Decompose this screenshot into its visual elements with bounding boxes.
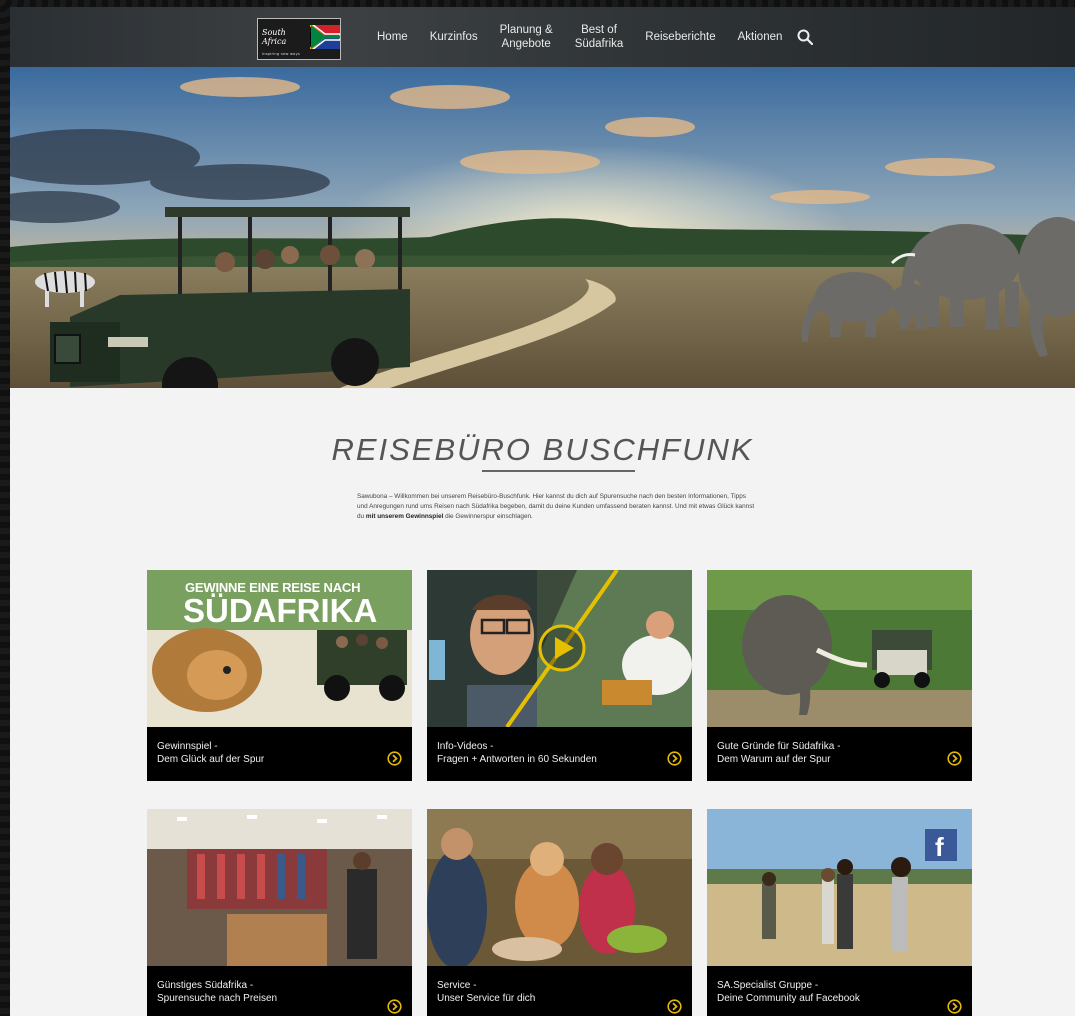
intro-text: Sawubona – Willkommen bei unserem Reiseb… <box>357 492 757 522</box>
tile-image-market <box>147 809 412 966</box>
flag-icon <box>310 25 340 49</box>
tile-caption-subtitle: Dem Glück auf der Spur <box>157 754 265 765</box>
tile-guenstiges-suedafrika[interactable]: Günstiges Südafrika - Spurensuche nach P… <box>147 809 412 1016</box>
tile-caption-subtitle: Dem Warum auf der Spur <box>717 754 831 765</box>
nav-item-aktionen[interactable]: Aktionen <box>727 30 794 44</box>
tile-caption-title: Info-Videos - <box>437 741 494 752</box>
nav-item-reiseberichte[interactable]: Reiseberichte <box>634 30 726 44</box>
tile-image-bush-walk: f <box>707 809 972 966</box>
search-icon[interactable] <box>797 29 814 45</box>
logo-script-text: South Africa <box>262 28 287 46</box>
tile-sa-specialist[interactable]: f SA.Specialist Gruppe - Deine Community… <box>707 809 972 1016</box>
tile-caption-subtitle: Deine Community auf Facebook <box>717 993 860 1004</box>
hero-safari-image <box>10 67 1075 388</box>
tile-caption: SA.Specialist Gruppe - Deine Community a… <box>707 966 972 1016</box>
tile-caption-title: Günstiges Südafrika - <box>157 980 254 991</box>
tile-caption-subtitle: Unser Service für dich <box>437 993 536 1004</box>
tile-gute-gruende[interactable]: Gute Gründe für Südafrika - Dem Warum au… <box>707 570 972 781</box>
tile-caption-title: Gute Gründe für Südafrika - <box>717 741 841 752</box>
intro-contest-link[interactable]: mit unserem Gewinnspiel <box>366 513 443 520</box>
arrow-circle-icon[interactable] <box>947 751 962 766</box>
arrow-circle-icon[interactable] <box>667 751 682 766</box>
tile-caption: Service - Unser Service für dich <box>427 966 692 1016</box>
website: South Africa Inspiring new ways Home Kur… <box>10 7 1075 1016</box>
tile-image-elephant <box>707 570 972 727</box>
arrow-circle-icon[interactable] <box>947 999 962 1014</box>
tile-image-video <box>427 570 692 727</box>
tile-caption-title: Gewinnspiel - <box>157 741 218 752</box>
tile-caption: Gewinnspiel - Dem Glück auf der Spur <box>147 727 412 781</box>
tile-caption: Info-Videos - Fragen + Antworten in 60 S… <box>427 727 692 781</box>
tile-image-restaurant <box>427 809 692 966</box>
tile-gewinnspiel[interactable]: GEWINNE EINE REISE NACH SÜDAFRIKA Gewinn… <box>147 570 412 781</box>
tile-info-videos[interactable]: Info-Videos - Fragen + Antworten in 60 S… <box>427 570 692 781</box>
top-navigation: South Africa Inspiring new ways Home Kur… <box>10 7 1075 67</box>
page-title: REISEBÜRO BUSCHFUNK <box>331 432 754 467</box>
nav-item-best-of[interactable]: Best of Südafrika <box>564 23 635 51</box>
nav-item-kurzinfos[interactable]: Kurzinfos <box>419 30 489 44</box>
svg-text:f: f <box>935 832 944 862</box>
tile-caption-subtitle: Spurensuche nach Preisen <box>157 993 278 1004</box>
nav-item-planung[interactable]: Planung & Angebote <box>489 23 564 51</box>
tile-caption-subtitle: Fragen + Antworten in 60 Sekunden <box>437 754 597 765</box>
nav-menu: Home Kurzinfos Planung & Angebote Best o… <box>366 7 814 67</box>
south-africa-logo[interactable]: South Africa Inspiring new ways <box>257 18 341 60</box>
contest-overlay-line2: SÜDAFRIKA <box>183 592 378 629</box>
tile-caption: Gute Gründe für Südafrika - Dem Warum au… <box>707 727 972 781</box>
tile-caption-title: SA.Specialist Gruppe - <box>717 980 819 991</box>
title-underline <box>482 470 635 472</box>
intro-text-part2: die Gewinnerspur einschlagen. <box>443 513 533 520</box>
logo-tagline: Inspiring new ways <box>262 52 300 56</box>
nav-item-home[interactable]: Home <box>366 30 419 44</box>
tile-service[interactable]: Service - Unser Service für dich <box>427 809 692 1016</box>
arrow-circle-icon[interactable] <box>387 751 402 766</box>
tile-caption: Günstiges Südafrika - Spurensuche nach P… <box>147 966 412 1016</box>
arrow-circle-icon[interactable] <box>667 999 682 1014</box>
tile-caption-title: Service - <box>437 980 477 991</box>
arrow-circle-icon[interactable] <box>387 999 402 1014</box>
